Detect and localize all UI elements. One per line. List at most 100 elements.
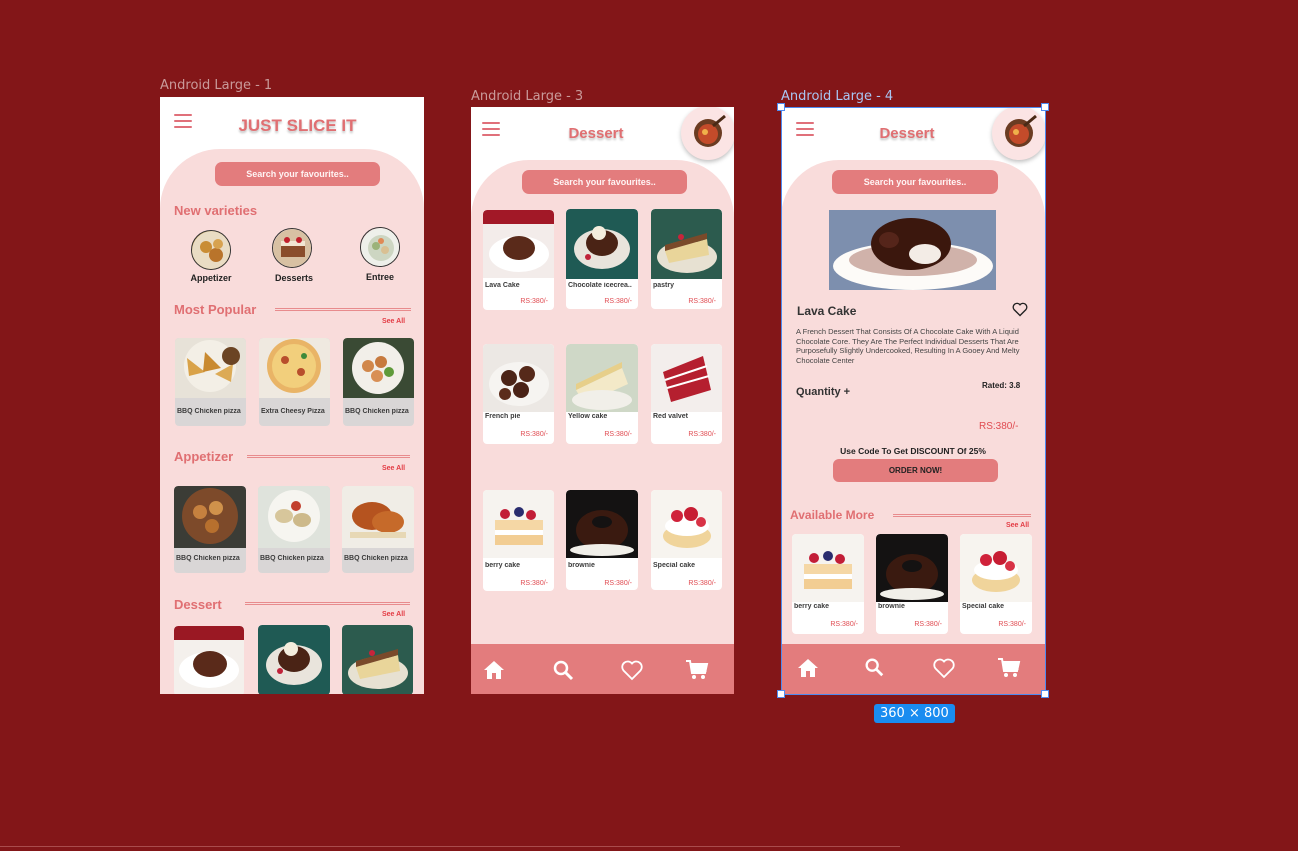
rating-text: Rated: 3.8 — [982, 381, 1021, 390]
appetizer-item-name: BBQ Chicken pizza — [176, 555, 240, 562]
section-title-most-popular: Most Popular — [174, 302, 257, 317]
resize-handle[interactable] — [1041, 103, 1049, 111]
variety-label-desserts: Desserts — [274, 273, 314, 283]
dessert-price: RS:380/- — [688, 580, 716, 587]
search-input[interactable] — [215, 162, 380, 186]
desserts-image[interactable] — [272, 228, 312, 268]
dessert-card[interactable]: pastry RS:380/- — [651, 209, 722, 309]
avatar[interactable] — [681, 107, 734, 160]
divider — [245, 602, 410, 605]
dessert-card[interactable]: Red valvet RS:380/- — [651, 344, 722, 444]
dessert-card[interactable] — [258, 625, 330, 694]
search-icon[interactable] — [551, 658, 575, 682]
dessert-card[interactable]: Special cake RS:380/- — [651, 490, 722, 590]
screen-dessert-list: Dessert Lava Cake RS:380/- Chocolate ice… — [471, 107, 734, 694]
popular-item-name: BBQ Chicken pizza — [177, 408, 241, 415]
dessert-card[interactable]: brownie RS:380/- — [566, 490, 638, 590]
dessert-card[interactable]: Chocolate icecrea.. RS:380/- — [566, 209, 638, 309]
product-name: Lava Cake — [797, 304, 857, 318]
horizontal-scrollbar[interactable] — [0, 846, 900, 849]
popular-card[interactable]: BBQ Chicken pizza — [175, 338, 246, 426]
resize-handle[interactable] — [777, 690, 785, 698]
popular-item-name: Extra Cheesy Pizza — [261, 408, 325, 415]
appetizer-item-name: BBQ Chicken pizza — [260, 555, 324, 562]
product-price: RS:380/- — [979, 421, 1019, 432]
resize-handle[interactable] — [1041, 690, 1049, 698]
divider — [247, 455, 410, 458]
more-item-price: RS:380/- — [830, 621, 858, 628]
size-badge: 360 × 800 — [874, 704, 955, 723]
search-input[interactable] — [522, 170, 687, 194]
section-title-available-more: Available More — [790, 508, 875, 522]
avatar[interactable] — [992, 107, 1045, 160]
section-title-appetizer: Appetizer — [174, 449, 234, 464]
search-input[interactable] — [832, 170, 998, 194]
page-title: Dessert — [568, 125, 624, 142]
search-icon[interactable] — [863, 656, 885, 678]
divider — [275, 308, 411, 311]
app-title: JUST SLICE IT — [238, 116, 357, 135]
dessert-card[interactable] — [174, 626, 244, 694]
dessert-card[interactable]: Yellow cake RS:380/- — [566, 344, 638, 444]
dessert-price: RS:380/- — [604, 298, 632, 305]
order-now-button[interactable]: ORDER NOW! — [833, 459, 998, 482]
home-icon[interactable] — [482, 658, 506, 682]
more-item-name: berry cake — [794, 603, 830, 610]
more-card[interactable]: brownie RS:380/- — [876, 534, 948, 634]
see-all-dessert-link[interactable]: See All — [382, 611, 405, 618]
dessert-name: berry cake — [485, 562, 521, 569]
dessert-price: RS:380/- — [520, 580, 548, 587]
entree-image[interactable] — [360, 227, 400, 267]
heart-icon[interactable] — [932, 656, 956, 680]
appetizer-card[interactable]: BBQ Chicken pizza — [342, 486, 414, 573]
quantity-stepper[interactable]: Quantity + — [796, 386, 850, 398]
discount-text: Use Code To Get DISCOUNT Of 25% — [840, 446, 986, 456]
heart-icon[interactable] — [620, 658, 644, 682]
menu-icon[interactable] — [174, 114, 192, 128]
variety-label-entree: Entree — [365, 272, 394, 282]
more-item-name: brownie — [878, 603, 905, 610]
menu-icon[interactable] — [796, 122, 814, 136]
favorite-heart-icon[interactable] — [1012, 302, 1028, 317]
dessert-card[interactable]: French pie RS:380/- — [483, 344, 554, 444]
dessert-price: RS:380/- — [604, 580, 632, 587]
home-icon[interactable] — [796, 656, 820, 680]
appetizer-image[interactable] — [191, 230, 231, 270]
dessert-card[interactable] — [342, 625, 413, 694]
bottom-nav — [781, 644, 1045, 694]
more-card[interactable]: Special cake RS:380/- — [960, 534, 1032, 634]
menu-icon[interactable] — [482, 122, 500, 136]
dessert-name: Red valvet — [653, 413, 689, 420]
appetizer-card[interactable]: BBQ Chicken pizza — [174, 486, 246, 573]
more-card[interactable]: berry cake RS:380/- — [792, 534, 864, 634]
see-all-popular-link[interactable]: See All — [382, 318, 405, 325]
popular-card[interactable]: BBQ Chicken pizza — [343, 338, 414, 426]
dessert-card[interactable]: berry cake RS:380/- — [483, 490, 554, 591]
frame-label-1[interactable]: Android Large - 1 — [160, 78, 272, 93]
section-title-dessert: Dessert — [174, 597, 222, 612]
product-image — [829, 210, 996, 290]
dessert-price: RS:380/- — [688, 431, 716, 438]
dessert-name: pastry — [653, 282, 675, 289]
see-all-more-link[interactable]: See All — [1006, 522, 1029, 529]
more-item-name: Special cake — [962, 603, 1005, 610]
bottom-nav — [471, 644, 734, 694]
popular-item-name: BBQ Chicken pizza — [345, 408, 409, 415]
popular-card[interactable]: Extra Cheesy Pizza — [259, 338, 330, 426]
dessert-name: French pie — [485, 413, 521, 420]
product-description: A French Dessert That Consists Of A Choc… — [796, 327, 1020, 365]
more-item-price: RS:380/- — [914, 621, 942, 628]
dessert-name: Yellow cake — [568, 413, 608, 420]
resize-handle[interactable] — [777, 103, 785, 111]
frame-label-4[interactable]: Android Large - 4 — [781, 89, 893, 104]
dessert-name: Lava Cake — [485, 282, 520, 289]
dessert-price: RS:380/- — [520, 431, 548, 438]
cart-icon[interactable] — [997, 656, 1021, 680]
dessert-card[interactable]: Lava Cake RS:380/- — [483, 210, 554, 310]
screen-home: JUST SLICE IT New varieties Appetizer De… — [160, 97, 424, 694]
frame-label-3[interactable]: Android Large - 3 — [471, 89, 583, 104]
dessert-name: Special cake — [653, 562, 696, 569]
cart-icon[interactable] — [685, 658, 709, 682]
see-all-appetizer-link[interactable]: See All — [382, 465, 405, 472]
appetizer-card[interactable]: BBQ Chicken pizza — [258, 486, 330, 573]
